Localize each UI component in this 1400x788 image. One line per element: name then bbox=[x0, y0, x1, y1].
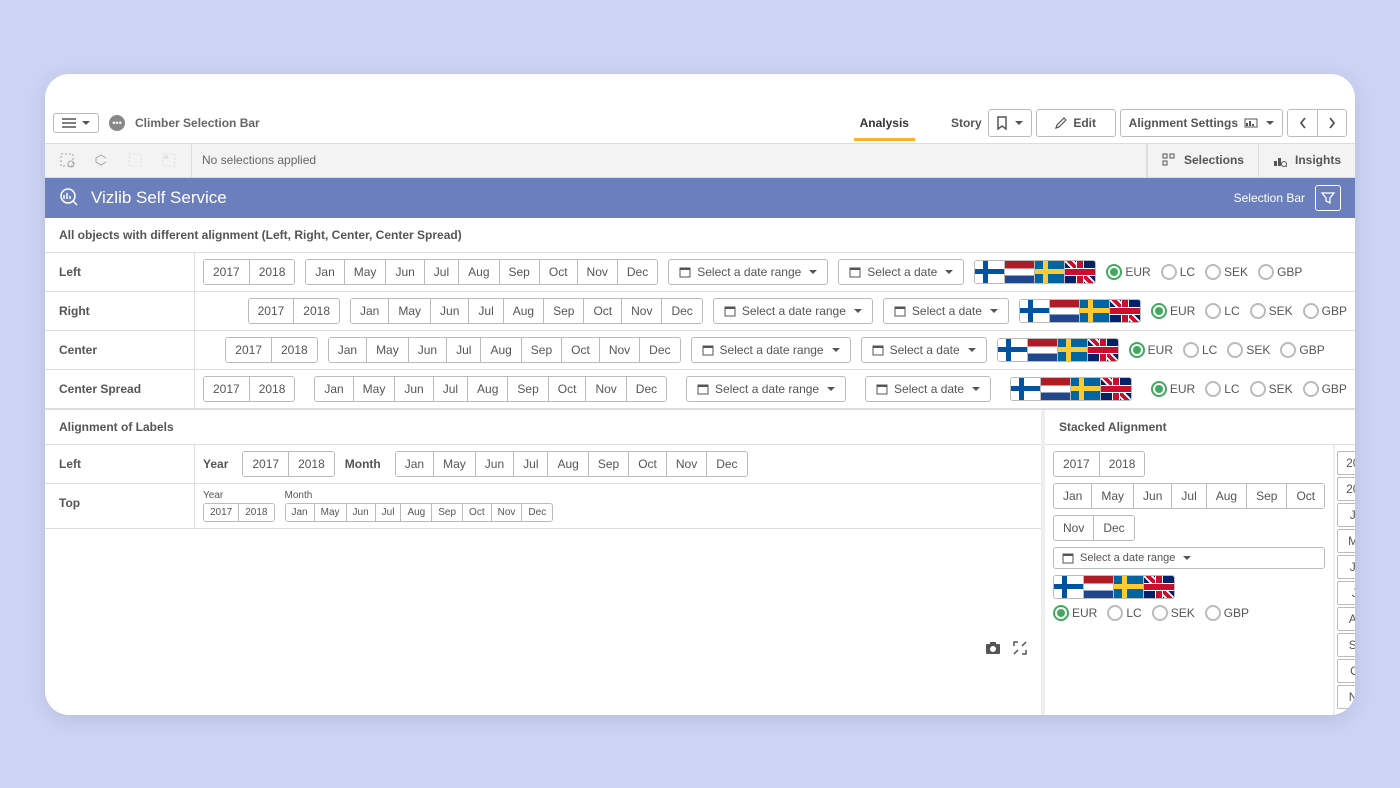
app-icon: ••• bbox=[109, 115, 125, 131]
selections-tool-button[interactable]: Selections bbox=[1147, 143, 1258, 177]
tab-analysis[interactable]: Analysis bbox=[854, 106, 915, 141]
next-sheet-button[interactable] bbox=[1317, 109, 1347, 137]
month-selector[interactable]: JanMayJunJulAugSepOctNovDec bbox=[350, 298, 703, 324]
expand-icon[interactable] bbox=[1013, 641, 1027, 655]
row-label-right: Right bbox=[45, 292, 195, 330]
insights-button[interactable]: Insights bbox=[1258, 143, 1355, 177]
month-selector[interactable]: JanMayJunJulAugSepOctNovDec bbox=[305, 259, 658, 285]
hamburger-menu-button[interactable] bbox=[53, 113, 99, 133]
currency-radio-group: EUR LC SEK GBP bbox=[1106, 264, 1302, 280]
radio-sek[interactable]: SEK bbox=[1205, 264, 1248, 280]
selection-back-icon[interactable] bbox=[59, 152, 75, 168]
year-selector[interactable]: 20172018 bbox=[225, 337, 317, 363]
alignment-settings-button[interactable]: Alignment Settings bbox=[1120, 109, 1283, 137]
month-selector[interactable]: JanMayJunJulAugSepOctNovDec bbox=[314, 376, 667, 402]
date-range-dropdown[interactable]: Select a date range bbox=[668, 259, 828, 285]
select-date-dropdown[interactable]: Select a date bbox=[861, 337, 987, 363]
bookmark-button[interactable] bbox=[988, 109, 1032, 137]
year-label: Year bbox=[203, 457, 228, 471]
flag-selector[interactable] bbox=[1019, 299, 1141, 323]
stacked-alignment-title: Stacked Alignment bbox=[1045, 410, 1355, 445]
flag-selector[interactable] bbox=[1053, 575, 1175, 599]
edit-button[interactable]: Edit bbox=[1036, 109, 1116, 137]
month-label: Month bbox=[285, 490, 554, 501]
year-selector[interactable]: 20172018 bbox=[1053, 451, 1145, 477]
year-selector[interactable]: 20172018 bbox=[203, 503, 275, 522]
top-toolbar: ••• Climber Selection Bar Analysis Story… bbox=[45, 104, 1355, 144]
camera-icon[interactable] bbox=[985, 641, 1001, 655]
month-selector-overflow[interactable]: NovDec bbox=[1053, 515, 1135, 541]
select-date-dropdown[interactable]: Select a date bbox=[865, 376, 991, 402]
flag-selector[interactable] bbox=[974, 260, 1096, 284]
month-selector[interactable]: JanMayJunJulAugSepOctNovDec bbox=[328, 337, 681, 363]
tab-story[interactable]: Story bbox=[945, 106, 988, 141]
flag-finland bbox=[975, 261, 1005, 283]
selection-bar-label: Selection Bar bbox=[1234, 191, 1305, 205]
year-label: Year bbox=[203, 490, 275, 501]
row-center-spread: Center Spread 20172018 JanMayJunJulAugSe… bbox=[45, 370, 1355, 409]
sheet-title: Vizlib Self Service bbox=[91, 188, 227, 208]
app-window: ••• Climber Selection Bar Analysis Story… bbox=[45, 74, 1355, 715]
no-selections-text: No selections applied bbox=[191, 144, 1146, 177]
radio-gbp[interactable]: GBP bbox=[1258, 264, 1302, 280]
date-range-dropdown[interactable]: Select a date range bbox=[691, 337, 851, 363]
date-range-dropdown[interactable]: Select a date range bbox=[713, 298, 873, 324]
year-selector[interactable]: 20172018 bbox=[242, 451, 334, 477]
year-selector[interactable]: 20172018 bbox=[203, 376, 295, 402]
row-label-left: Left bbox=[45, 253, 195, 291]
radio-eur[interactable]: EUR bbox=[1106, 264, 1150, 280]
row-left: Left 20172018 JanMayJunJulAugSepOctNovDe… bbox=[45, 253, 1355, 292]
month-label: Month bbox=[345, 457, 381, 471]
month-selector[interactable]: JanMayJunJulAugSepOct bbox=[1053, 483, 1325, 509]
date-range-dropdown[interactable]: Select a date range bbox=[1053, 547, 1325, 569]
flag-sweden bbox=[1035, 261, 1065, 283]
currency-radio-group: EUR LC SEK GBP bbox=[1151, 381, 1347, 397]
row-labels-top: Top Year 20172018 Month JanMayJunJulAugS… bbox=[45, 484, 1041, 529]
month-selector[interactable]: JanMayJunJulAugSepOctNovDec bbox=[395, 451, 748, 477]
row-right: Right 20172018 JanMayJunJulAugSepOctNovD… bbox=[45, 292, 1355, 331]
flag-selector[interactable] bbox=[1010, 377, 1132, 401]
radio-lc[interactable]: LC bbox=[1161, 264, 1195, 280]
currency-radio-group: EUR LC SEK GBP bbox=[1053, 605, 1325, 621]
month-selector[interactable]: JanMayJunJulAugSepOctNovDec bbox=[285, 503, 554, 522]
alignment-settings-label: Alignment Settings bbox=[1129, 116, 1238, 130]
selection-forward-icon[interactable] bbox=[93, 152, 109, 168]
panel-title: All objects with different alignment (Le… bbox=[45, 218, 1355, 253]
alignment-labels-title: Alignment of Labels bbox=[45, 410, 1041, 445]
insights-label: Insights bbox=[1295, 153, 1341, 167]
select-date-dropdown[interactable]: Select a date bbox=[838, 259, 964, 285]
date-range-dropdown[interactable]: Select a date range bbox=[686, 376, 846, 402]
vertical-list: 2017 2018 Jan May Jun Jul Aug Sep Oct No… bbox=[1335, 445, 1355, 715]
row-label-center: Center bbox=[45, 331, 195, 369]
flag-uk bbox=[1065, 261, 1095, 283]
row-label-center-spread: Center Spread bbox=[45, 370, 195, 408]
row-center: Center 20172018 JanMayJunJulAugSepOctNov… bbox=[45, 331, 1355, 370]
clear-selections-icon[interactable] bbox=[161, 152, 177, 168]
prev-sheet-button[interactable] bbox=[1287, 109, 1317, 137]
year-selector[interactable]: 20172018 bbox=[248, 298, 340, 324]
magnify-chart-icon bbox=[59, 187, 81, 209]
selections-label: Selections bbox=[1184, 153, 1244, 167]
select-date-dropdown[interactable]: Select a date bbox=[883, 298, 1009, 324]
edit-label: Edit bbox=[1073, 116, 1096, 130]
smart-search-icon[interactable] bbox=[127, 152, 143, 168]
filter-icon[interactable] bbox=[1315, 185, 1341, 211]
flag-netherlands bbox=[1005, 261, 1035, 283]
year-selector[interactable]: 20172018 bbox=[203, 259, 295, 285]
selections-bar: No selections applied Selections Insight… bbox=[45, 144, 1355, 178]
flag-selector[interactable] bbox=[997, 338, 1119, 362]
currency-radio-group: EUR LC SEK GBP bbox=[1129, 342, 1325, 358]
row-labels-left: Left Year 20172018 Month JanMayJunJulAug… bbox=[45, 445, 1041, 484]
sheet-header: Vizlib Self Service Selection Bar bbox=[45, 178, 1355, 218]
app-title: Climber Selection Bar bbox=[135, 116, 260, 130]
currency-radio-group: EUR LC SEK GBP bbox=[1151, 303, 1347, 319]
